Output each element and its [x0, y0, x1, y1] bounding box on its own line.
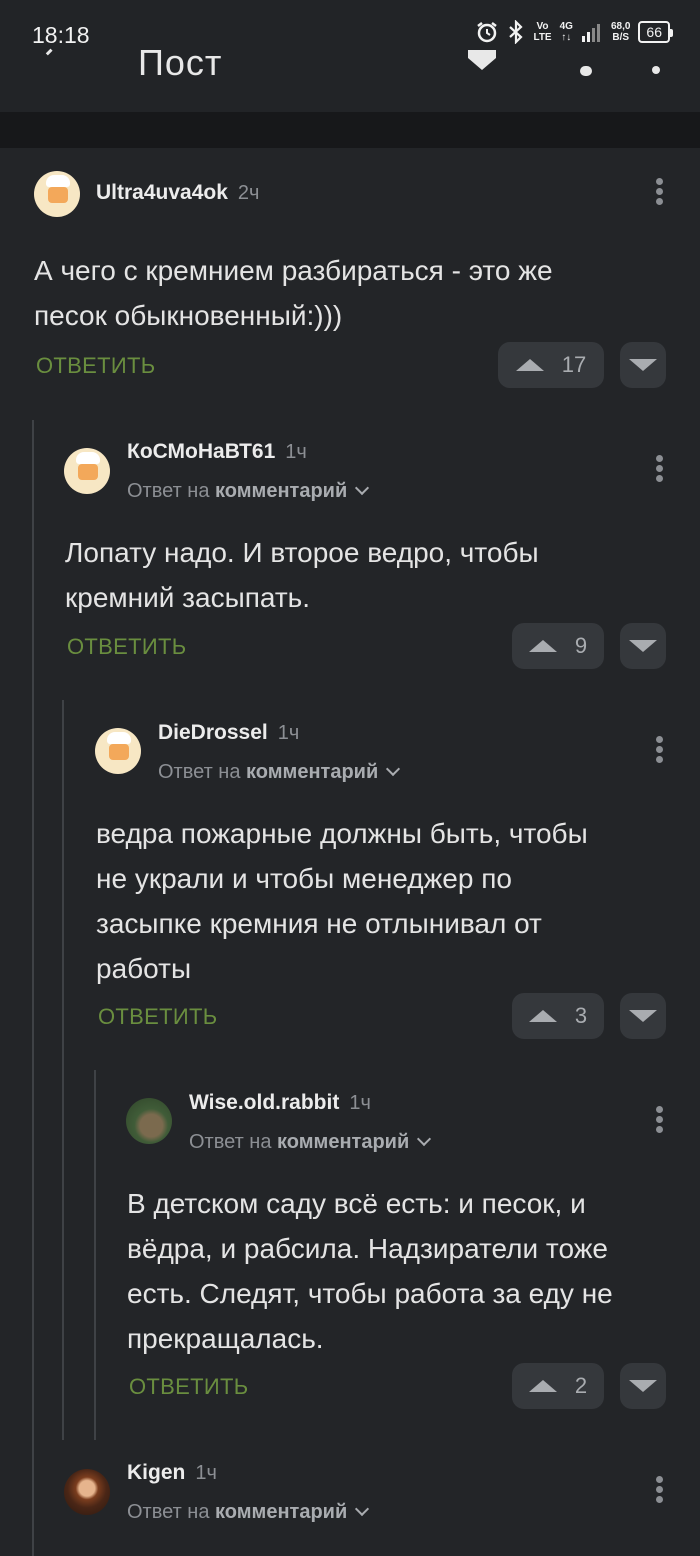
signal-icon — [581, 21, 603, 43]
arrow-up-icon — [528, 640, 557, 652]
comment-time: 1ч — [195, 1462, 217, 1484]
more-options-icon[interactable] — [654, 455, 664, 485]
battery-indicator: 66 — [638, 21, 673, 43]
downvote-button[interactable] — [620, 1363, 666, 1409]
comment-time: 2ч — [237, 182, 260, 204]
thread-line — [32, 420, 34, 1556]
downvote-button[interactable] — [620, 993, 666, 1039]
reply-button[interactable]: ОТВЕТИТЬ — [36, 353, 155, 379]
arrow-up-icon — [528, 1380, 557, 1392]
avatar[interactable] — [95, 728, 141, 774]
avatar[interactable] — [64, 448, 110, 494]
status-icons: Vo LTE 4G ↑↓ 68,0 B/S 66 — [475, 20, 673, 44]
upvote-button[interactable]: 2 — [512, 1363, 604, 1409]
comment-text: Лопату надо. И второе ведро, чтобы кремн… — [65, 537, 539, 613]
upvote-button[interactable]: 3 — [512, 993, 604, 1039]
thread-line — [94, 1070, 96, 1440]
comment-author[interactable]: КоСМоНаВТ61 1ч — [127, 440, 307, 464]
chevron-down-icon — [417, 1131, 432, 1147]
network-speed: 68,0 B/S — [610, 21, 631, 43]
reply-to[interactable]: Ответ на комментарий — [127, 1501, 370, 1524]
upvote-button[interactable]: 9 — [512, 623, 604, 669]
comment-time: 1ч — [349, 1092, 371, 1114]
downvote-button[interactable] — [620, 342, 666, 388]
avatar[interactable] — [34, 171, 80, 217]
app-bar: Пост — [0, 42, 700, 88]
more-options-icon[interactable] — [654, 1106, 664, 1136]
comment-text: В детском саду всё есть: и песок, и вёдр… — [127, 1188, 613, 1354]
bookmark-icon[interactable] — [468, 50, 496, 70]
chevron-down-icon — [355, 480, 370, 496]
thread-line — [62, 700, 64, 1440]
avatar[interactable] — [126, 1098, 172, 1144]
vote-count: 3 — [574, 1003, 588, 1028]
chevron-down-icon — [355, 1501, 370, 1517]
comment-author[interactable]: Ultra4uva4ok 2ч — [96, 181, 259, 205]
arrow-down-icon — [629, 359, 657, 371]
page-title: Пост — [138, 42, 223, 83]
arrow-down-icon — [629, 1380, 657, 1392]
vote-count: 9 — [574, 633, 588, 658]
volte-indicator: Vo LTE — [533, 21, 552, 43]
reply-button[interactable]: ОТВЕТИТЬ — [67, 634, 186, 660]
arrow-down-icon — [629, 1010, 657, 1022]
more-options-icon[interactable] — [654, 1476, 664, 1506]
reply-to[interactable]: Ответ на комментарий — [158, 761, 401, 784]
arrow-up-icon — [528, 1010, 557, 1022]
comment-text: А чего с кремнием разбираться - это же п… — [34, 255, 553, 331]
network-type: 4G ↑↓ — [559, 21, 573, 43]
comment-text: ведра пожарные должны быть, чтобы не укр… — [96, 818, 588, 984]
user-icon[interactable] — [580, 66, 592, 76]
bluetooth-icon — [507, 20, 525, 44]
more-icon[interactable] — [652, 66, 660, 74]
back-arrow-icon[interactable] — [38, 48, 62, 72]
comment-author[interactable]: Kigen 1ч — [127, 1461, 217, 1485]
avatar[interactable] — [64, 1469, 110, 1515]
vote-count: 2 — [574, 1373, 588, 1398]
downvote-button[interactable] — [620, 623, 666, 669]
comment-time: 1ч — [285, 441, 307, 463]
more-options-icon[interactable] — [654, 178, 664, 208]
comment-author[interactable]: Wise.old.rabbit 1ч — [189, 1091, 371, 1115]
vote-count: 17 — [561, 352, 587, 377]
section-divider — [0, 112, 700, 148]
reply-to[interactable]: Ответ на комментарий — [189, 1131, 432, 1154]
status-time: 18:18 — [32, 22, 90, 48]
comment-author[interactable]: DieDrossel 1ч — [158, 721, 299, 745]
chevron-down-icon — [386, 761, 401, 777]
upvote-button[interactable]: 17 — [498, 342, 604, 388]
arrow-down-icon — [629, 640, 657, 652]
reply-button[interactable]: ОТВЕТИТЬ — [98, 1004, 217, 1030]
reply-to[interactable]: Ответ на комментарий — [127, 480, 370, 503]
alarm-icon — [475, 20, 499, 44]
more-options-icon[interactable] — [654, 736, 664, 766]
arrow-up-icon — [515, 359, 544, 371]
status-bar: Пост 18:18 Vo LTE 4G ↑↓ 68,0 B/S 66 — [0, 0, 700, 112]
comment-time: 1ч — [277, 722, 300, 744]
reply-button[interactable]: ОТВЕТИТЬ — [129, 1374, 248, 1400]
